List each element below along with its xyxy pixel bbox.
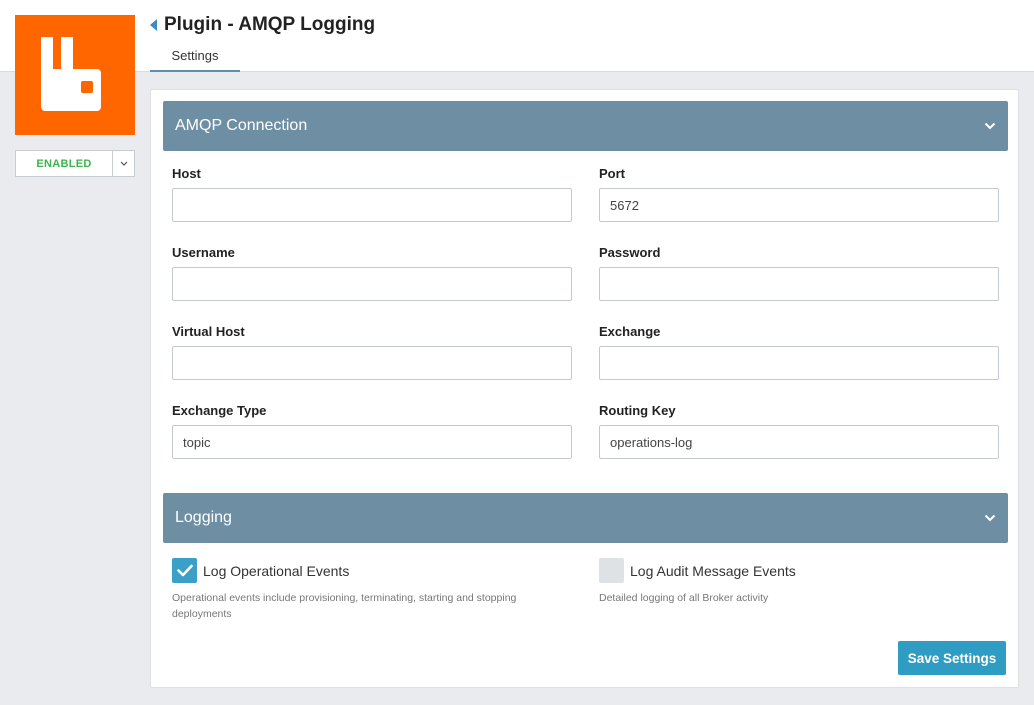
rabbitmq-logo-icon [41,37,101,111]
operational-events-help: Operational events include provisioning,… [172,592,517,620]
port-label: Port [599,166,625,181]
exchange-type-input[interactable] [172,425,572,459]
chevron-down-icon[interactable] [984,514,996,522]
host-label: Host [172,166,201,181]
username-input[interactable] [172,267,572,301]
log-operational-events-option[interactable]: Log Operational Events [172,558,349,583]
section-title: AMQP Connection [175,117,308,134]
amqp-connection-header[interactable]: AMQP Connection [163,101,1008,151]
host-input[interactable] [172,188,572,222]
checkmark-icon [176,564,193,577]
virtual-host-label: Virtual Host [172,324,245,339]
log-operational-events-checkbox[interactable] [172,558,197,583]
log-operational-events-label[interactable]: Log Operational Events [203,563,349,579]
status-label[interactable]: ENABLED [16,151,113,176]
log-audit-message-events-checkbox[interactable] [599,558,624,583]
audit-events-help: Detailed logging of all Broker activity [599,592,769,604]
tab-settings[interactable]: Settings [150,40,240,72]
routing-key-label: Routing Key [599,403,676,418]
status-dropdown[interactable]: ENABLED [15,150,135,177]
port-input[interactable] [599,188,999,222]
routing-key-input[interactable] [599,425,999,459]
back-arrow-icon[interactable] [150,19,158,31]
log-audit-message-events-option[interactable]: Log Audit Message Events [599,558,796,583]
plugin-logo [15,15,135,135]
exchange-input[interactable] [599,346,999,380]
chevron-down-icon[interactable] [113,151,134,176]
virtual-host-input[interactable] [172,346,572,380]
page-header: Plugin - AMQP Logging [150,14,375,36]
chevron-down-icon[interactable] [984,122,996,130]
username-label: Username [172,245,235,260]
exchange-label: Exchange [599,324,661,339]
page-title: Plugin - AMQP Logging [164,14,376,35]
section-title: Logging [175,509,232,526]
log-audit-message-events-label[interactable]: Log Audit Message Events [630,563,796,579]
logging-header[interactable]: Logging [163,493,1008,543]
save-settings-button[interactable]: Save Settings [898,641,1006,675]
settings-card: AMQP Connection Host Port Username Passw… [150,89,1019,688]
password-label: Password [599,245,661,260]
exchange-type-label: Exchange Type [172,403,267,418]
password-input[interactable] [599,267,999,301]
